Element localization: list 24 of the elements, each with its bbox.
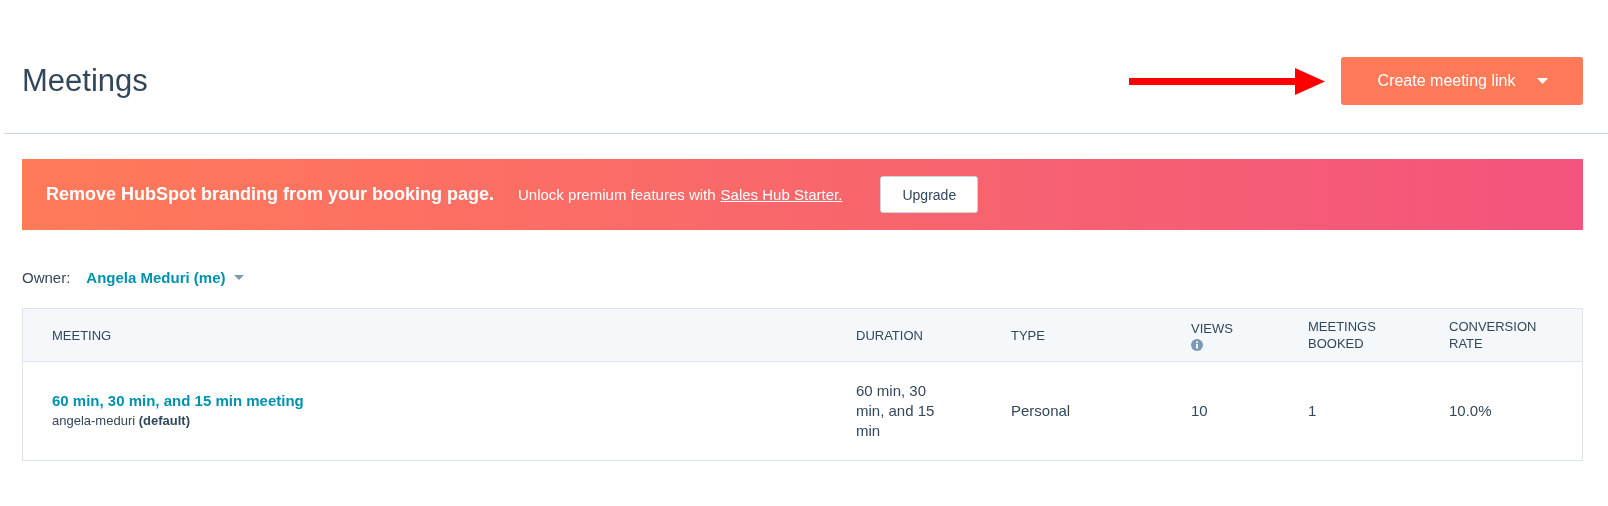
info-icon	[1191, 338, 1203, 351]
create-meeting-link-button[interactable]: Create meeting link	[1341, 57, 1583, 105]
owner-label: Owner:	[22, 268, 71, 286]
upgrade-button[interactable]: Upgrade	[880, 176, 979, 213]
caret-icon	[1537, 78, 1549, 84]
table-cell-text: Personal	[1011, 401, 1072, 421]
column-header: CONVERSION RATE	[1449, 318, 1538, 352]
column-header: VIEWS	[1191, 319, 1233, 337]
meeting-slug: angela-meduri (default)	[52, 412, 191, 430]
column-header: MEETINGS BOOKED	[1308, 318, 1377, 352]
banner-headline: Remove HubSpot branding from your booking page.	[46, 184, 494, 205]
sales-hub-link[interactable]: Sales Hub Starter.	[720, 186, 843, 203]
table-cell-text: 1	[1308, 401, 1318, 421]
column-header: MEETING	[52, 326, 112, 344]
table-cell-text: 10	[1191, 401, 1209, 421]
table-cell-text: 60 min, 30 min, and 15 min	[856, 381, 936, 441]
meeting-link[interactable]: 60 min, 30 min, and 15 min meeting	[52, 391, 816, 411]
column-header: TYPE	[1011, 326, 1045, 344]
page-title: Meetings	[22, 63, 148, 99]
caret-icon	[233, 274, 244, 280]
column-header: DURATION	[856, 326, 923, 344]
owner-dropdown[interactable]: Angela Meduri (me)	[86, 268, 244, 286]
banner-text: Unlock premium features with	[518, 186, 716, 203]
table-cell-text: 10.0%	[1449, 401, 1493, 421]
